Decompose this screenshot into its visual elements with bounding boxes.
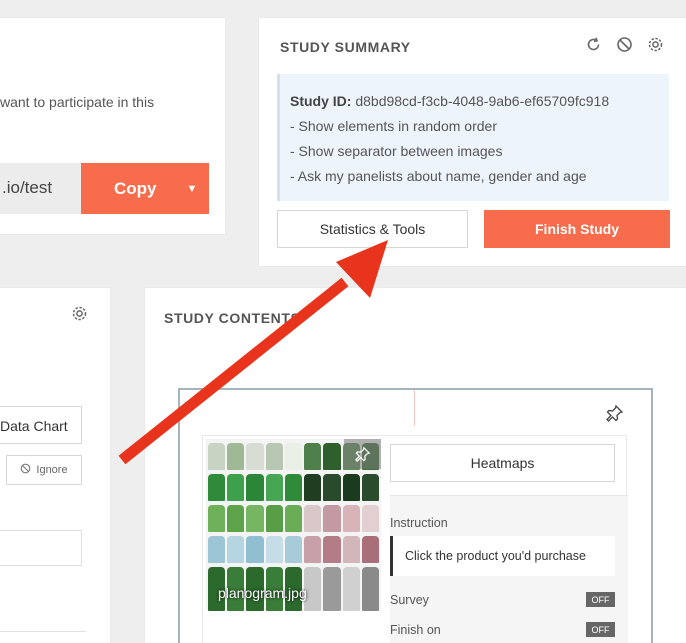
- data-chart-button[interactable]: Data Chart: [0, 406, 82, 444]
- shelf-row: [206, 474, 381, 501]
- finish-study-button[interactable]: Finish Study: [484, 210, 670, 248]
- study-contents-card: STUDY CONTENTS planogram.jpg Heatmaps In…: [145, 288, 686, 643]
- finish-on-toggle[interactable]: OFF: [586, 622, 615, 637]
- survey-label: Survey: [390, 593, 429, 607]
- item-settings-panel: Heatmaps Instruction Click the product y…: [390, 436, 628, 643]
- gear-icon[interactable]: [71, 305, 88, 322]
- survey-toggle[interactable]: OFF: [586, 592, 615, 607]
- content-item-frame: planogram.jpg Heatmaps Instruction Click…: [178, 388, 653, 643]
- ignore-button[interactable]: Ignore: [6, 455, 82, 485]
- data-chart-label: Data Chart: [0, 418, 68, 434]
- divider: [0, 631, 86, 632]
- summary-icon-toolbar: [585, 36, 664, 53]
- content-item: planogram.jpg Heatmaps Instruction Click…: [202, 435, 628, 643]
- copy-button[interactable]: Copy ▼: [81, 163, 209, 214]
- study-summary-title: STUDY SUMMARY: [280, 39, 411, 55]
- tools-card: Data Chart Ignore: [0, 288, 110, 643]
- chevron-down-icon[interactable]: ▼: [175, 163, 209, 214]
- pin-icon[interactable]: [606, 404, 624, 422]
- option-separator: - Show separator between images: [290, 143, 503, 159]
- shelf-row: [206, 536, 381, 563]
- study-url-field[interactable]: .io/test: [0, 163, 81, 214]
- study-id-label: Study ID:: [290, 93, 352, 109]
- statistics-tools-button[interactable]: Statistics & Tools: [277, 210, 468, 248]
- pin-icon[interactable]: [344, 439, 381, 469]
- heatmaps-button[interactable]: Heatmaps: [390, 444, 615, 482]
- share-description: want to participate in this: [0, 94, 155, 110]
- copy-button-label: Copy: [114, 179, 157, 198]
- block-icon[interactable]: [616, 36, 633, 53]
- shelf-row: [206, 505, 381, 532]
- study-contents-title: STUDY CONTENTS: [164, 310, 301, 326]
- gear-icon[interactable]: [647, 36, 664, 53]
- planogram-thumbnail[interactable]: planogram.jpg: [206, 439, 381, 611]
- option-ask-panelists: - Ask my panelists about name, gender an…: [290, 168, 587, 184]
- study-summary-card: STUDY SUMMARY Study ID: d8bd98cd-f3cb-40…: [259, 18, 686, 266]
- file-name: planogram.jpg: [218, 585, 307, 601]
- study-info-box: Study ID: d8bd98cd-f3cb-4048-9ab6-ef6570…: [277, 74, 669, 201]
- ignore-label: Ignore: [36, 464, 68, 476]
- divider: [414, 390, 415, 426]
- instruction-field[interactable]: Click the product you'd purchase: [390, 536, 615, 576]
- tools-field[interactable]: [0, 530, 82, 566]
- finish-on-label: Finish on: [390, 623, 441, 637]
- study-id-line: Study ID: d8bd98cd-f3cb-4048-9ab6-ef6570…: [290, 89, 669, 114]
- option-random-order: - Show elements in random order: [290, 118, 497, 134]
- share-card: want to participate in this .io/test Cop…: [0, 18, 225, 234]
- block-icon: [20, 463, 31, 477]
- refresh-icon[interactable]: [585, 36, 602, 53]
- instruction-label: Instruction: [390, 516, 448, 530]
- study-id-value: d8bd98cd-f3cb-4048-9ab6-ef65709fc918: [351, 93, 610, 109]
